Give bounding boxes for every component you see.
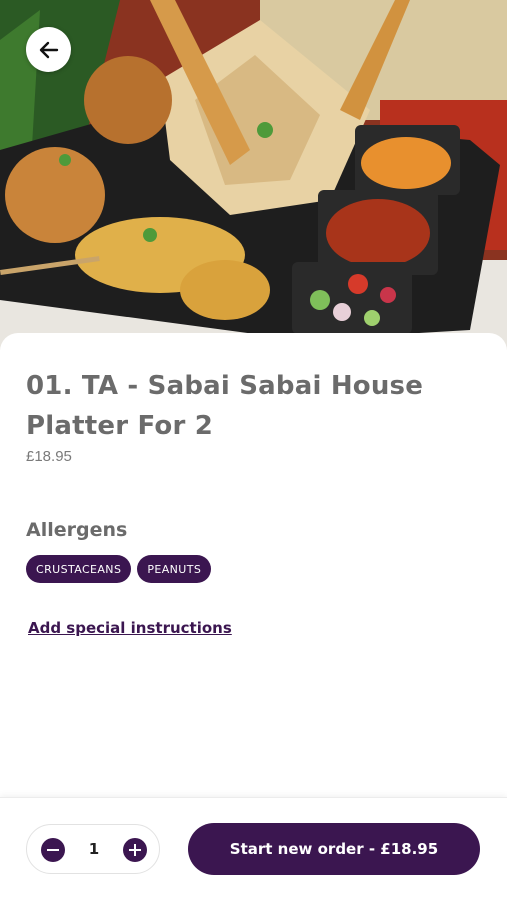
decrease-quantity-button[interactable] <box>41 838 65 862</box>
food-platter-image <box>0 0 507 350</box>
start-new-order-button[interactable]: Start new order - £18.95 <box>188 823 480 875</box>
allergen-tags: CRUSTACEANS PEANUTS <box>26 555 212 583</box>
allergen-tag-crustaceans: CRUSTACEANS <box>26 555 132 583</box>
quantity-stepper: 1 <box>26 824 160 874</box>
item-title: 01. TA - Sabai Sabai House Platter For 2 <box>26 371 424 441</box>
allergen-tag-peanuts: PEANUTS <box>137 555 212 583</box>
back-button[interactable] <box>26 27 71 72</box>
hero-image <box>0 0 507 350</box>
allergens-heading: Allergens <box>26 519 128 541</box>
arrow-left-icon <box>39 41 58 58</box>
increase-quantity-button[interactable] <box>123 838 147 862</box>
quantity-value: 1 <box>88 840 100 858</box>
add-special-instructions-link[interactable]: Add special instructions <box>28 619 232 637</box>
item-price: £18.95 <box>26 448 72 465</box>
